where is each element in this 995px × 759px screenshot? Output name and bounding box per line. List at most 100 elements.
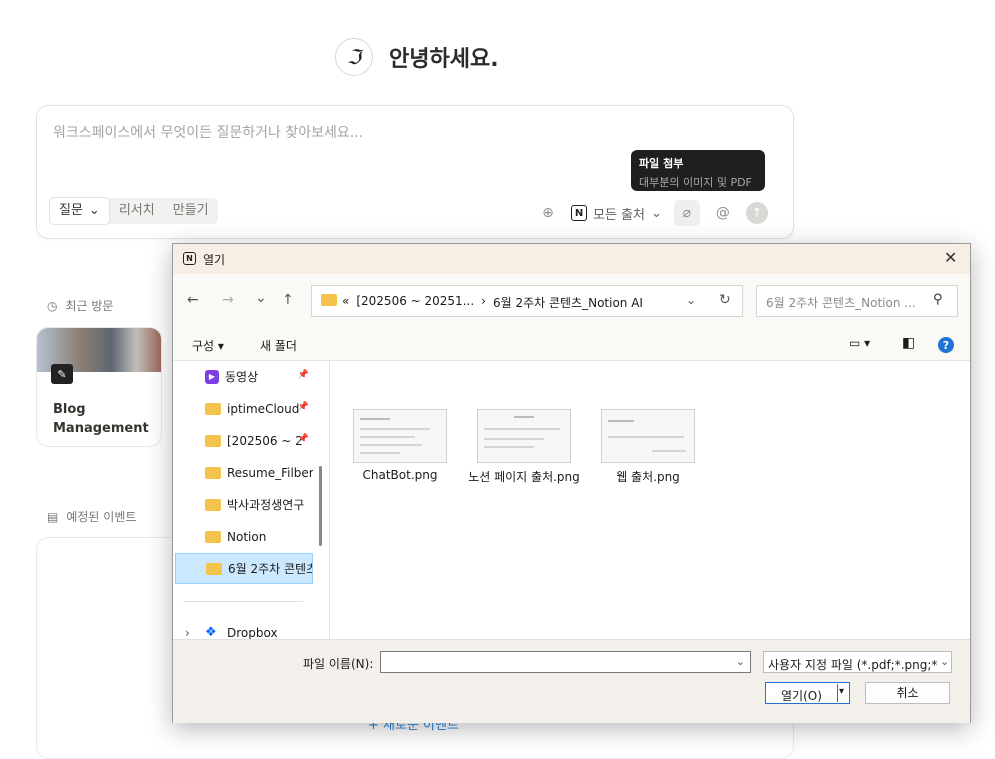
send-button[interactable]: ↑ — [745, 202, 768, 224]
greeting: ℑ 안녕하세요. — [335, 38, 499, 76]
nav-item-label: Notion — [227, 529, 267, 544]
nav-separator — [183, 601, 303, 602]
open-button[interactable]: 열기(O) ▾ — [765, 682, 850, 704]
filename-label: 파일 이름(N): — [303, 657, 374, 671]
recent-card[interactable]: ✎ Blog Management — [36, 327, 162, 447]
mode-switcher: 질문 ⌄ 리서치 만들기 — [49, 197, 218, 225]
chevron-down-icon: ⌄ — [938, 655, 950, 668]
file-thumbnail — [601, 409, 695, 463]
filetype-select[interactable]: 사용자 지정 파일 (*.pdf;*.png;* ⌄ — [763, 651, 952, 673]
chevron-down-icon: ⌄ — [88, 203, 100, 218]
cancel-button[interactable]: 취소 — [865, 682, 950, 704]
mention-icon[interactable]: @ — [712, 202, 734, 224]
open-button-label: 열기(O) — [781, 689, 822, 703]
attach-file-icon[interactable]: ⌀ — [673, 200, 700, 226]
refresh-icon[interactable]: ↻ — [719, 292, 731, 308]
organize-button[interactable]: 구성 ▾ — [192, 337, 224, 354]
clock-icon: ◷ — [47, 298, 58, 313]
dialog-toolbar: 구성 ▾ 새 폴더 ▭ ▾ ◧ ? — [173, 330, 970, 361]
page-icon: ✎ — [51, 364, 73, 384]
file-thumbnail — [477, 409, 571, 463]
close-icon[interactable]: ✕ — [944, 248, 957, 267]
up-arrow-icon[interactable]: ↑ — [282, 292, 294, 308]
split-arrow-icon[interactable]: ▾ — [839, 686, 844, 697]
file-item[interactable]: 노션 페이지 출처.png — [464, 409, 584, 485]
path-overflow[interactable]: « — [342, 294, 349, 311]
sources-selector[interactable]: N 모든 출처 ⌄ — [571, 204, 662, 223]
events-header: ▤ 예정된 이벤트 — [47, 508, 136, 525]
search-placeholder: 6월 2주차 콘텐츠_Notion ... — [766, 296, 916, 310]
forward-arrow-icon[interactable]: → — [222, 292, 234, 308]
open-file-dialog: N 열기 ✕ ← → ⌄ ↑ « [202506 ~ 20251... › 6월… — [172, 243, 971, 723]
notion-logo-icon: N — [571, 205, 587, 221]
sources-label: 모든 출처 — [593, 207, 645, 223]
filename-input[interactable]: ⌄ — [380, 651, 751, 673]
folder-icon — [206, 562, 222, 575]
nav-item-label: 박사과정생연구 — [227, 498, 305, 512]
view-options-icon[interactable]: ▭ ▾ — [849, 336, 870, 350]
greeting-title: 안녕하세요. — [389, 47, 499, 72]
folder-icon — [205, 434, 221, 447]
notion-logo-icon: N — [183, 252, 196, 265]
nav-item-folder[interactable]: iptimeCloud 📌 — [175, 393, 313, 424]
file-list: ChatBot.png 노션 페이지 출처.png 웹 출처.png — [330, 361, 970, 639]
search-field[interactable]: 6월 2주차 콘텐츠_Notion ... ⚲ — [756, 285, 958, 317]
nav-item-folder[interactable]: 박사과정생연구 — [175, 489, 313, 520]
chevron-down-icon: ⌄ — [650, 205, 662, 221]
nav-item-folder[interactable]: Resume_Filbertk — [175, 457, 313, 488]
expand-chevron-icon[interactable]: › — [185, 626, 199, 640]
chevron-down-icon[interactable]: ⌄ — [686, 293, 696, 307]
preview-pane-icon[interactable]: ◧ — [902, 335, 915, 351]
mode-research[interactable]: 리서치 — [110, 198, 164, 224]
dropbox-icon: ❖ — [205, 624, 217, 639]
file-item[interactable]: 웹 출처.png — [588, 409, 708, 485]
folder-icon — [205, 530, 221, 543]
pin-icon: 📌 — [297, 370, 309, 380]
back-arrow-icon[interactable]: ← — [187, 292, 199, 308]
dialog-title: 열기 — [203, 253, 226, 267]
nav-item-dropbox[interactable]: › ❖ Dropbox — [175, 617, 313, 639]
notion-ai-face-icon: ℑ — [335, 38, 373, 76]
split-divider — [837, 684, 838, 702]
folder-icon — [205, 466, 221, 479]
help-icon[interactable]: ? — [938, 337, 954, 353]
chevron-down-icon[interactable]: ⌄ — [736, 655, 745, 668]
nav-item-folder-selected[interactable]: 6월 2주차 콘텐츠 — [175, 553, 313, 584]
tooltip-title: 파일 첨부 — [639, 157, 684, 170]
folder-icon — [321, 294, 337, 306]
mode-create[interactable]: 만들기 — [164, 198, 218, 224]
nav-item-label: 동영상 — [225, 370, 259, 384]
calendar-icon: ▤ — [47, 509, 59, 524]
nav-item-folder[interactable]: Notion — [175, 521, 313, 552]
dialog-navbar: ← → ⌄ ↑ « [202506 ~ 20251... › 6월 2주차 콘텐… — [173, 274, 970, 330]
nav-item-label: Resume_Filbertk — [227, 465, 313, 480]
nav-scrollbar[interactable] — [319, 466, 322, 546]
recent-visits-header: ◷ 최근 방문 — [47, 297, 113, 314]
file-item[interactable]: ChatBot.png — [340, 409, 460, 482]
nav-item-label: [202506 ~ 2 — [227, 433, 303, 448]
mode-ask[interactable]: 질문 ⌄ — [49, 197, 110, 225]
address-bar[interactable]: « [202506 ~ 20251... › 6월 2주차 콘텐츠_Notion… — [311, 285, 743, 317]
folder-icon — [205, 498, 221, 511]
file-name: 노션 페이지 출처.png — [468, 470, 580, 484]
ask-input-placeholder[interactable]: 워크스페이스에서 무엇이든 질문하거나 찾아보세요... — [53, 122, 363, 142]
path-segment-current[interactable]: 6월 2주차 콘텐츠_Notion AI — [493, 294, 643, 311]
nav-item-folder[interactable]: [202506 ~ 2 📌 — [175, 425, 313, 456]
dialog-footer: 파일 이름(N): ⌄ 사용자 지정 파일 (*.pdf;*.png;* ⌄ 열… — [173, 639, 970, 723]
ask-tools: ⊕ N 모든 출처 ⌄ ⌀ @ ↑ — [537, 200, 768, 226]
new-folder-button[interactable]: 새 폴더 — [260, 337, 297, 354]
file-name: 웹 출처.png — [616, 470, 680, 484]
folder-icon — [205, 402, 221, 415]
card-title: Blog Management — [53, 402, 149, 436]
nav-item-videos[interactable]: ▶ 동영상 📌 — [175, 361, 313, 392]
dialog-titlebar[interactable]: N 열기 ✕ — [173, 244, 970, 274]
video-icon: ▶ — [205, 369, 219, 384]
pin-icon: 📌 — [297, 402, 309, 412]
globe-icon[interactable]: ⊕ — [537, 202, 559, 224]
nav-item-label: iptimeCloud — [227, 401, 300, 416]
recent-locations-icon[interactable]: ⌄ — [255, 290, 267, 306]
file-name: ChatBot.png — [362, 468, 438, 482]
file-thumbnail — [353, 409, 447, 463]
pin-icon: 📌 — [297, 434, 309, 444]
path-segment[interactable]: [202506 ~ 20251... — [356, 294, 474, 311]
